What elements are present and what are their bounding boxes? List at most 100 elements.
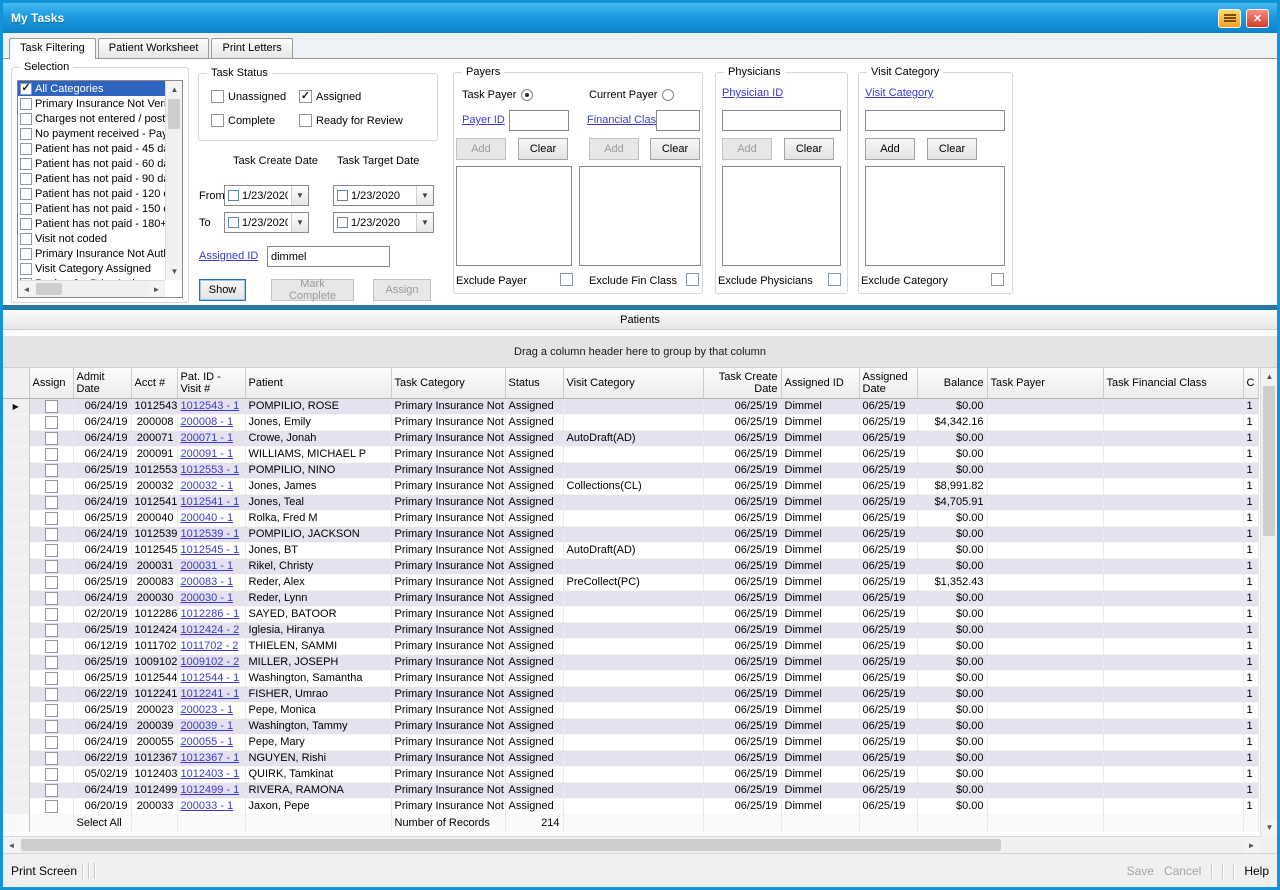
column-header-3[interactable]: Pat. ID - Visit # xyxy=(177,368,245,398)
select-all-button[interactable]: Select All xyxy=(73,814,131,831)
selection-item[interactable]: Primary Insurance Not Verif xyxy=(18,96,165,111)
selection-item-checkbox[interactable] xyxy=(20,218,32,230)
visit-category-clear-button[interactable]: Clear xyxy=(927,138,977,160)
task-status-option[interactable]: Unassigned xyxy=(211,90,286,103)
task-status-checkbox[interactable] xyxy=(299,114,312,127)
scroll-left-icon[interactable]: ◄ xyxy=(18,281,35,298)
assign-checkbox[interactable] xyxy=(45,592,58,605)
selection-item-checkbox[interactable] xyxy=(20,98,32,110)
assign-checkbox[interactable] xyxy=(45,768,58,781)
payer-clear-button[interactable]: Clear xyxy=(518,138,568,160)
selection-vertical-scrollbar[interactable]: ▲ ▼ xyxy=(165,81,182,280)
financial-class-link[interactable]: Financial Class xyxy=(587,114,662,126)
close-button[interactable]: ✕ xyxy=(1246,9,1269,28)
assign-checkbox[interactable] xyxy=(45,656,58,669)
patient-visit-link[interactable]: 200023 - 1 xyxy=(181,704,234,716)
tab-task-filtering[interactable]: Task Filtering xyxy=(9,38,96,59)
assign-checkbox[interactable] xyxy=(45,720,58,733)
tab-patient-worksheet[interactable]: Patient Worksheet xyxy=(98,38,210,58)
grid-vertical-scrollbar[interactable]: ▲ ▼ xyxy=(1260,368,1277,836)
selection-item-checkbox[interactable] xyxy=(20,248,32,260)
chevron-down-icon[interactable]: ▼ xyxy=(291,213,308,232)
task-status-option[interactable]: Complete xyxy=(211,114,275,127)
from-target-date-picker[interactable]: 1/23/2020 ▼ xyxy=(333,185,434,206)
selection-horizontal-scrollbar[interactable]: ◄ ► xyxy=(18,280,165,297)
patient-visit-link[interactable]: 1012541 - 1 xyxy=(181,496,240,508)
visit-category-input[interactable] xyxy=(865,110,1005,131)
visit-category-link[interactable]: Visit Category xyxy=(865,87,933,99)
date-enable-checkbox[interactable] xyxy=(228,217,239,228)
exclude-category-checkbox[interactable] xyxy=(991,273,1004,286)
physician-id-link[interactable]: Physician ID xyxy=(722,87,783,99)
assign-checkbox[interactable] xyxy=(45,528,58,541)
assign-checkbox[interactable] xyxy=(45,704,58,717)
payer-id-input[interactable] xyxy=(509,110,569,131)
assign-checkbox[interactable] xyxy=(45,448,58,461)
patient-visit-link[interactable]: 1012539 - 1 xyxy=(181,528,240,540)
financial-class-add-button[interactable]: Add xyxy=(589,138,639,160)
scroll-down-icon[interactable]: ▼ xyxy=(1261,819,1277,836)
selection-item[interactable]: Primary Insurance Not Auth xyxy=(18,246,165,261)
chevron-down-icon[interactable]: ▼ xyxy=(416,213,433,232)
exclude-physicians-checkbox[interactable] xyxy=(828,273,841,286)
current-payer-option[interactable]: Current Payer xyxy=(589,89,674,101)
grid-horizontal-scrollbar[interactable]: ◄ ► xyxy=(3,836,1260,853)
task-status-option[interactable]: Ready for Review xyxy=(299,114,403,127)
patient-visit-link[interactable]: 200039 - 1 xyxy=(181,720,234,732)
patient-visit-link[interactable]: 1012545 - 1 xyxy=(181,544,240,556)
scroll-down-icon[interactable]: ▼ xyxy=(166,263,183,280)
selection-item[interactable]: Visit Category Assigned xyxy=(18,261,165,276)
patient-visit-link[interactable]: 1012553 - 1 xyxy=(181,464,240,476)
mark-complete-button[interactable]: Mark Complete xyxy=(271,279,354,301)
print-screen-button[interactable]: Print Screen xyxy=(11,864,77,878)
patient-visit-link[interactable]: 200040 - 1 xyxy=(181,512,234,524)
patient-visit-link[interactable]: 1009102 - 2 xyxy=(181,656,240,668)
physician-list[interactable] xyxy=(722,166,841,266)
column-header-11[interactable]: Balance xyxy=(917,368,987,398)
task-payer-option[interactable]: Task Payer xyxy=(462,89,533,101)
assign-checkbox[interactable] xyxy=(45,512,58,525)
selection-item[interactable]: Patient has not paid - 45 da xyxy=(18,141,165,156)
patient-visit-link[interactable]: 1012543 - 1 xyxy=(181,400,240,412)
patient-visit-link[interactable]: 200008 - 1 xyxy=(181,416,234,428)
help-button[interactable]: Help xyxy=(1244,864,1269,878)
column-header-6[interactable]: Status xyxy=(505,368,563,398)
selection-item[interactable]: Visit not coded xyxy=(18,231,165,246)
column-header-9[interactable]: Assigned ID xyxy=(781,368,859,398)
task-status-option[interactable]: Assigned xyxy=(299,90,361,103)
column-header-12[interactable]: Task Payer xyxy=(987,368,1103,398)
patient-visit-link[interactable]: 200031 - 1 xyxy=(181,560,234,572)
patient-visit-link[interactable]: 1012544 - 1 xyxy=(181,672,240,684)
selection-item-checkbox[interactable] xyxy=(20,143,32,155)
column-header-0[interactable]: Assign xyxy=(29,368,73,398)
patient-visit-link[interactable]: 1012367 - 1 xyxy=(181,752,240,764)
column-header-13[interactable]: Task Financial Class xyxy=(1103,368,1243,398)
selection-listbox[interactable]: All CategoriesPrimary Insurance Not Veri… xyxy=(17,80,183,298)
patient-visit-link[interactable]: 200055 - 1 xyxy=(181,736,234,748)
selection-item[interactable]: Patient has not paid - 90 da xyxy=(18,171,165,186)
column-header-1[interactable]: Admit Date xyxy=(73,368,131,398)
payer-add-button[interactable]: Add xyxy=(456,138,506,160)
payer-id-link[interactable]: Payer ID xyxy=(462,114,505,126)
column-header-8[interactable]: Task Create Date xyxy=(703,368,781,398)
scrollbar-thumb[interactable] xyxy=(21,839,1001,851)
financial-class-input[interactable] xyxy=(656,110,700,131)
payer-list[interactable] xyxy=(456,166,572,266)
group-by-panel[interactable]: Drag a column header here to group by th… xyxy=(3,336,1277,368)
assign-checkbox[interactable] xyxy=(45,640,58,653)
assigned-id-input[interactable] xyxy=(267,246,390,267)
patient-visit-link[interactable]: 200083 - 1 xyxy=(181,576,234,588)
assign-checkbox[interactable] xyxy=(45,800,58,813)
assign-checkbox[interactable] xyxy=(45,736,58,749)
assign-checkbox[interactable] xyxy=(45,624,58,637)
assign-button[interactable]: Assign xyxy=(373,279,431,301)
scroll-up-icon[interactable]: ▲ xyxy=(1261,368,1277,385)
visit-category-list[interactable] xyxy=(865,166,1005,266)
task-status-checkbox[interactable] xyxy=(211,90,224,103)
patient-visit-link[interactable]: 1012499 - 1 xyxy=(181,784,240,796)
tab-print-letters[interactable]: Print Letters xyxy=(211,38,292,58)
selection-item[interactable]: All Categories xyxy=(18,81,165,96)
exclude-payer-checkbox[interactable] xyxy=(560,273,573,286)
column-header-2[interactable]: Acct # xyxy=(131,368,177,398)
patient-visit-link[interactable]: 1012286 - 1 xyxy=(181,608,240,620)
